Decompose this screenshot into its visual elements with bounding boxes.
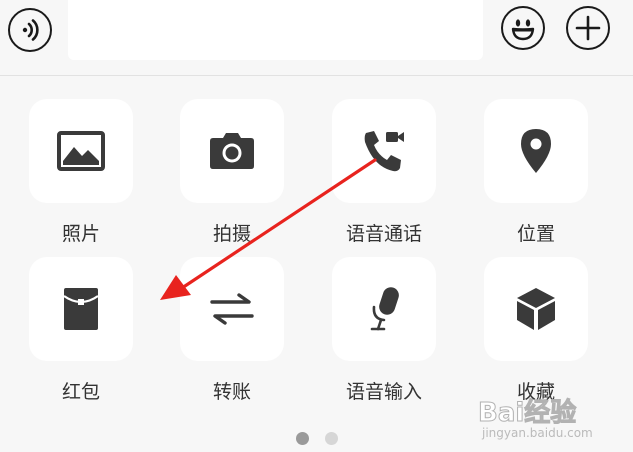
function-transfer[interactable]: 转账: [180, 257, 284, 407]
voice-toggle-button[interactable]: [8, 8, 52, 52]
function-voice-call[interactable]: 语音通话: [332, 99, 436, 249]
transfer-tile[interactable]: [180, 257, 284, 361]
location-tile[interactable]: [484, 99, 588, 203]
function-label: 红包: [61, 381, 100, 403]
transfer-icon: [210, 293, 254, 325]
call-icon: [364, 131, 404, 172]
red-packet-tile[interactable]: [29, 257, 133, 361]
chat-input-bar: [0, 0, 633, 76]
function-label: 拍摄: [212, 223, 251, 245]
favorites-icon: [517, 288, 555, 330]
watermark-logo: Bai经验: [477, 398, 577, 429]
function-camera[interactable]: 拍摄: [180, 99, 284, 249]
function-favorites[interactable]: 收藏: [484, 257, 588, 407]
microphone-icon: [370, 287, 399, 331]
function-photo[interactable]: 照片: [29, 99, 133, 249]
voice-input-tile[interactable]: [332, 257, 436, 361]
photo-icon: [57, 131, 105, 171]
function-voice-input[interactable]: 语音输入: [332, 257, 436, 407]
photo-tile[interactable]: [29, 99, 133, 203]
function-location[interactable]: 位置: [484, 99, 588, 249]
watermark-url: jingyan.baidu.com: [482, 426, 593, 440]
page-dot-2[interactable]: [324, 432, 338, 445]
more-button[interactable]: [566, 6, 610, 50]
location-icon: [521, 129, 551, 173]
voice-toggle-icon: [22, 19, 39, 41]
page-dot-1[interactable]: [295, 432, 309, 445]
function-label: 语音输入: [345, 381, 422, 403]
function-label: 位置: [516, 223, 555, 245]
watermark: Bai经验 jingyan.baidu.com: [477, 392, 628, 450]
function-label: 转账: [212, 381, 251, 403]
smiley-icon: [511, 19, 535, 41]
emoji-button[interactable]: [501, 6, 545, 50]
favorites-tile[interactable]: [484, 257, 588, 361]
message-input[interactable]: [68, 0, 483, 60]
camera-tile[interactable]: [180, 99, 284, 203]
camera-icon: [210, 133, 254, 169]
plus-icon: [575, 15, 601, 41]
function-red-packet[interactable]: 红包: [29, 257, 133, 407]
call-tile[interactable]: [332, 99, 436, 203]
function-label: 语音通话: [345, 223, 422, 245]
function-label: 照片: [61, 223, 100, 245]
red-packet-icon: [63, 288, 99, 330]
